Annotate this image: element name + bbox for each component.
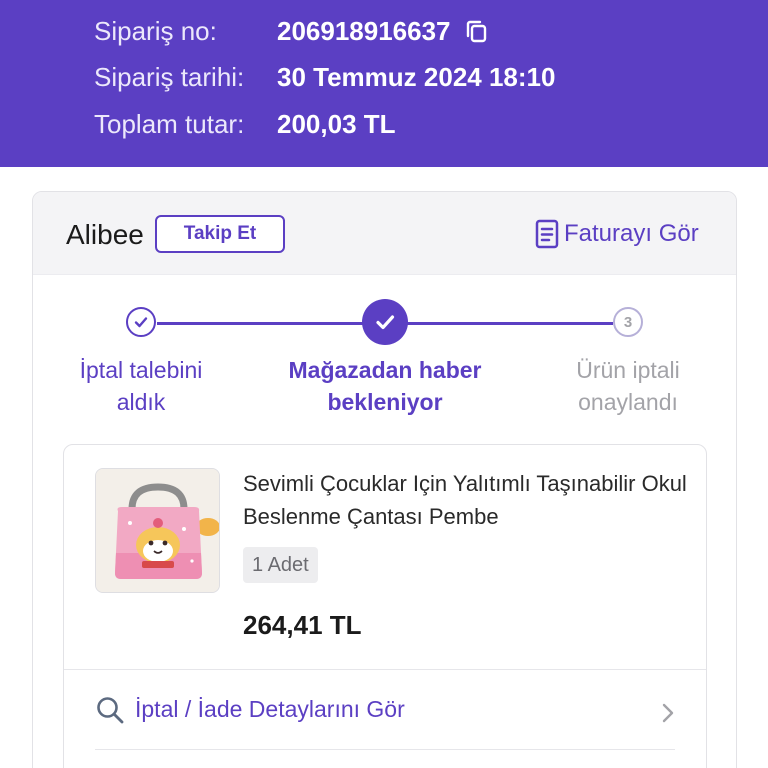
store-bar: Alibee Takip Et Faturayı Gör xyxy=(33,192,736,275)
check-icon xyxy=(134,317,148,328)
order-total-row: Toplam tutar: 200,03 TL xyxy=(94,109,396,140)
follow-button[interactable]: Takip Et xyxy=(155,215,285,253)
step-2-indicator xyxy=(362,299,408,345)
product-box: Sevimli Çocuklar Için Yalıtımlı Taşınabi… xyxy=(63,444,707,768)
quantity-badge: 1 Adet xyxy=(243,547,318,583)
check-icon xyxy=(376,315,395,330)
order-number-value: 206918916637 xyxy=(277,16,451,46)
step-connector-1 xyxy=(157,322,367,325)
step-2-label: Mağazadan haber bekleniyor xyxy=(288,357,482,415)
step-3-indicator: 3 xyxy=(613,307,643,337)
document-icon xyxy=(535,219,559,249)
order-card: Alibee Takip Et Faturayı Gör 3 İptal tal… xyxy=(32,191,737,768)
cancel-return-details-link[interactable]: İptal / İade Detaylarını Gör xyxy=(95,670,675,750)
step-1-label: İptal talebini aldık xyxy=(79,357,203,415)
step-3-label: Ürün iptali onaylandı xyxy=(576,357,680,415)
order-number-label: Sipariş no: xyxy=(94,16,217,46)
search-icon xyxy=(97,696,124,723)
order-number-row: Sipariş no: 206918916637 xyxy=(94,16,491,47)
step-1-indicator xyxy=(126,307,156,337)
copy-icon[interactable] xyxy=(463,18,491,46)
step-connector-2 xyxy=(403,322,613,325)
store-name[interactable]: Alibee xyxy=(66,219,144,251)
order-total-value: 200,03 TL xyxy=(277,109,396,139)
cancellation-progress-stepper: 3 İptal talebini aldık Mağazadan haber b… xyxy=(33,292,736,422)
chevron-right-icon xyxy=(662,703,674,723)
order-total-label: Toplam tutar: xyxy=(94,109,245,139)
view-invoice-link[interactable]: Faturayı Gör xyxy=(534,219,699,249)
product-title[interactable]: Sevimli Çocuklar Için Yalıtımlı Taşınabi… xyxy=(243,467,693,533)
product-price: 264,41 TL xyxy=(243,610,362,640)
order-date-label: Sipariş tarihi: xyxy=(94,62,245,92)
order-date-value: 30 Temmuz 2024 18:10 xyxy=(277,62,556,92)
order-summary-header: Sipariş no: 206918916637 Sipariş tarihi:… xyxy=(0,0,768,167)
order-date-row: Sipariş tarihi: 30 Temmuz 2024 18:10 xyxy=(94,62,555,93)
details-link-label: İptal / İade Detaylarını Gör xyxy=(135,696,405,722)
product-image[interactable] xyxy=(95,468,220,593)
view-invoice-label: Faturayı Gör xyxy=(564,220,699,247)
